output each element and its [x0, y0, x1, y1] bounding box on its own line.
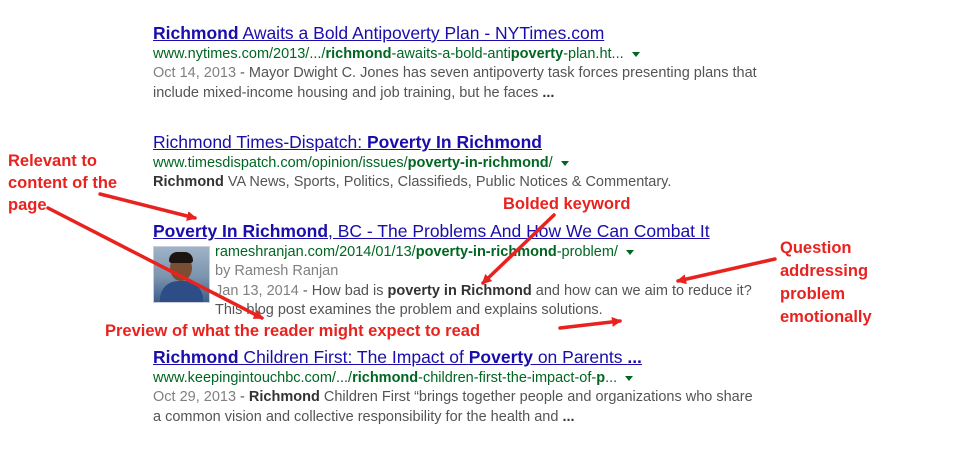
arrow-to-question — [676, 257, 777, 285]
annotation-arrows — [46, 192, 777, 330]
arrow-to-preview — [558, 316, 622, 330]
arrow-to-snippet — [46, 206, 264, 320]
arrow-to-title — [98, 192, 197, 221]
arrow-to-bold-keyword — [481, 213, 556, 285]
